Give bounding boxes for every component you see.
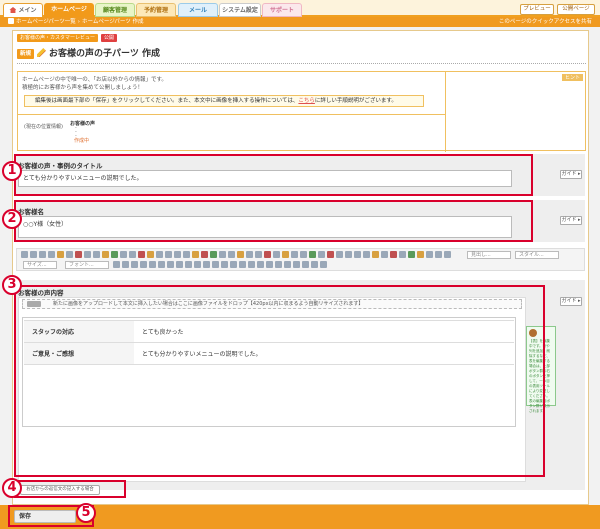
hint-panel: ヒント — [445, 72, 585, 152]
reply-text-button[interactable]: お店からの返信文の記入する場合 — [20, 485, 100, 495]
callout-number-3: 3 — [2, 275, 22, 295]
location-label: (現在の位置情報) — [24, 124, 63, 130]
breadcrumb: ホームページパーツ一覧 › ホームページパーツ 作成 このページのクイックアクセスを… — [0, 17, 600, 27]
callout-number-2: 2 — [2, 209, 22, 229]
info-divider — [18, 114, 446, 115]
table-help-note: 【表】を編集中です。行や列を追加、削除するなど、表を編集する場合は、上部ボタン群… — [526, 326, 556, 413]
tab-main[interactable]: メイン — [3, 3, 43, 17]
page-title-row: 新規 お客様の声の子パーツ 作成 — [17, 46, 160, 60]
page-title: お客様の声の子パーツ 作成 — [49, 49, 160, 59]
customer-name-input[interactable]: ○○Y様（女性） — [18, 216, 512, 238]
tab-mail[interactable]: メール — [178, 3, 218, 17]
tab-support[interactable]: サポート — [262, 3, 302, 17]
category-tag: お客様の声・カスタマーレビュー — [17, 34, 99, 42]
home-icon — [9, 7, 17, 13]
tab-reservation[interactable]: 予約管理 — [136, 3, 176, 17]
public-page-button[interactable]: 公開ページ — [557, 4, 595, 15]
title-divider — [17, 63, 586, 64]
info-line-2: 積極的にお客様から声を集めて公開しましょう！ — [22, 85, 144, 91]
table-cell-label[interactable]: スタッフの対応 — [24, 320, 134, 343]
callout-number-5: 5 — [76, 503, 96, 523]
preview-button[interactable]: プレビュー — [520, 4, 554, 15]
callout-number-4: 4 — [2, 478, 22, 498]
breadcrumb-parts-list[interactable]: ホームページパーツ一覧 — [16, 19, 76, 25]
page-icon — [8, 18, 14, 24]
info-box: ホームページの中で唯一の、「お店以外からの情報」です。 積極的にお客様から声を集… — [17, 71, 586, 152]
guide-button-content[interactable]: ガイド ▸ — [560, 297, 582, 306]
table-row: ご意見・ご感想 とても分かりやすいメニューの説明でした。 — [24, 342, 514, 365]
hint-tag: ヒント — [561, 74, 583, 81]
guide-button-name[interactable]: ガイド ▸ — [560, 216, 582, 225]
save-button[interactable]: 保存 — [14, 510, 76, 523]
name-field-label: お客様名 — [18, 208, 44, 216]
toolbar-icons-row1[interactable] — [21, 251, 461, 259]
owl-icon — [529, 329, 537, 337]
help-link[interactable]: こちら — [298, 98, 315, 104]
image-icon — [27, 301, 41, 307]
breadcrumb-current: ホームページパーツ 作成 — [82, 19, 144, 25]
table-cell-value[interactable]: とても分かりやすいメニューの説明でした。 — [134, 342, 514, 365]
table-cell-value[interactable]: とても良かった — [134, 320, 514, 343]
save-notice: 編集後は画面最下部の「保存」をクリックしてください。また、本文中に画像を挿入する… — [24, 95, 424, 107]
info-line-1: ホームページの中で唯一の、「お店以外からの情報」です。 — [22, 77, 167, 83]
top-nav-bar: メイン ホームページ 顧客管理 予約管理 メール システム設定 サポート プレビ… — [0, 0, 600, 17]
quick-access-link[interactable]: このページのクイックアクセスを共有 — [499, 17, 592, 27]
size-select[interactable]: サイズ... — [23, 261, 57, 269]
location-create: 作成中 — [74, 138, 90, 144]
content-field-label: お客様の声内容 — [18, 289, 64, 297]
guide-button-title[interactable]: ガイド ▸ — [560, 170, 582, 179]
font-select[interactable]: フォント... — [65, 261, 109, 269]
style-select[interactable]: スタイル... — [515, 251, 559, 259]
table-cell-label[interactable]: ご意見・ご感想 — [24, 342, 134, 365]
title-field-label: お客様の声・事例のタイトル — [18, 162, 103, 170]
tab-homepage[interactable]: ホームページ — [44, 3, 94, 17]
tab-system-settings[interactable]: システム設定 — [219, 3, 261, 17]
content-table[interactable]: スタッフの対応 とても良かった ご意見・ご感想 とても分かりやすいメニューの説明… — [24, 320, 514, 365]
pencil-icon — [37, 48, 47, 57]
location-page: お客様の声 — [70, 121, 96, 127]
format-select[interactable]: 見出し... — [467, 251, 511, 259]
status-badge: 公開 — [101, 34, 118, 42]
image-drop-zone[interactable]: 新たに画像をアップロードして本文に挿入したい場合はここに画像ファイルをドロップ【… — [22, 299, 522, 309]
new-badge: 新規 — [17, 49, 35, 59]
editor-toolbar: サイズ... フォント... 見出し... スタイル... — [16, 248, 585, 271]
toolbar-icons-row2[interactable] — [113, 261, 327, 270]
tab-customer[interactable]: 顧客管理 — [95, 3, 135, 17]
sub-header: お客様の声・カスタマーレビュー 公開 — [17, 34, 118, 43]
callout-number-1: 1 — [2, 161, 22, 181]
table-row: スタッフの対応 とても良かった — [24, 320, 514, 343]
title-input[interactable]: とても分かりやすいメニューの説明でした。 — [18, 170, 512, 187]
